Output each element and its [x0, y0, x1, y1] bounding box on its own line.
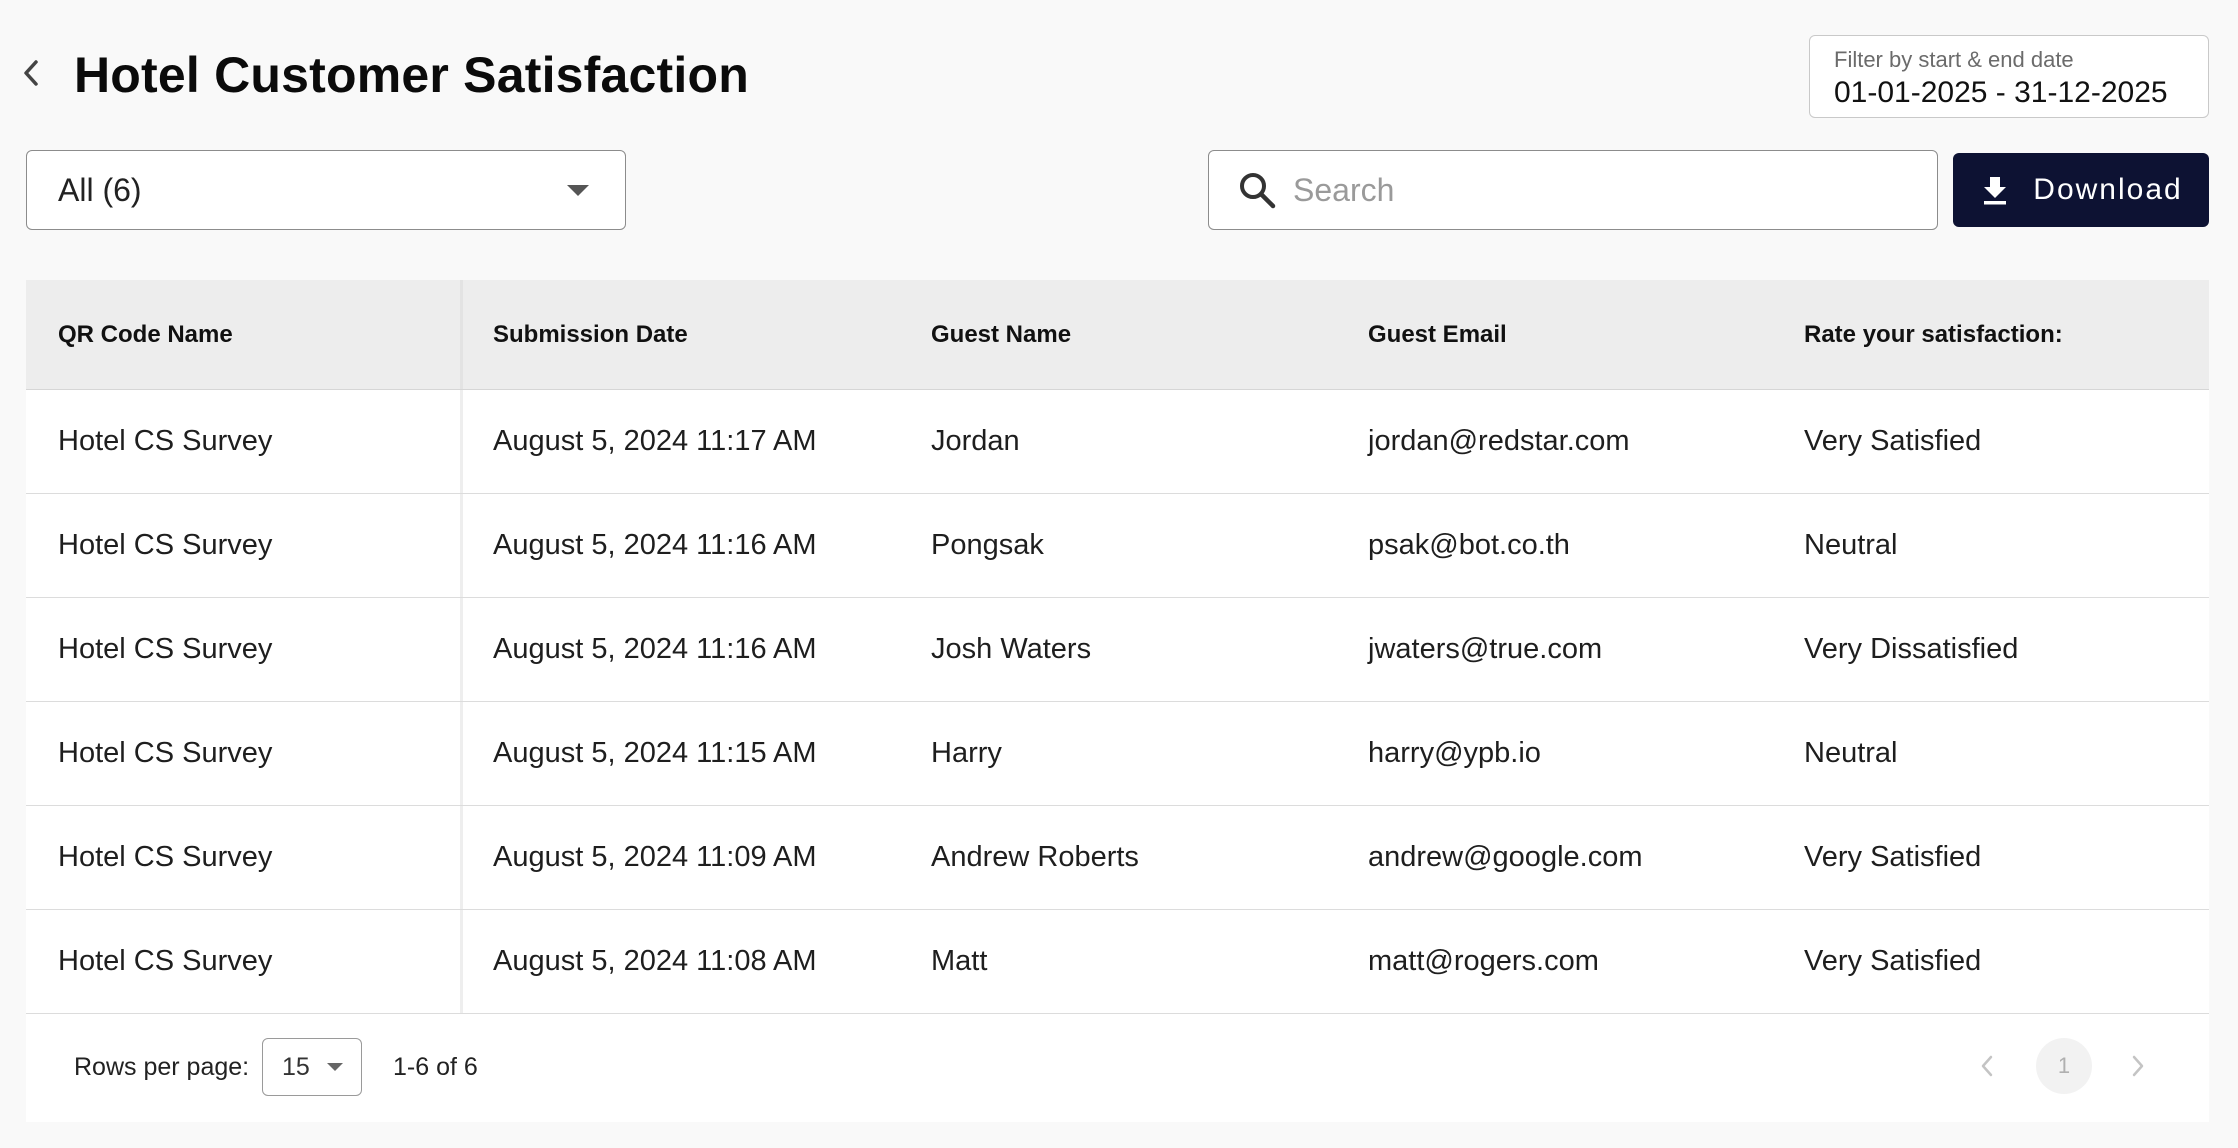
table-row[interactable]: Hotel CS Survey August 5, 2024 11:16 AM … [26, 598, 2209, 702]
next-page-button[interactable] [2118, 1046, 2158, 1086]
cell-qr-code-name: Hotel CS Survey [26, 702, 463, 805]
cell-satisfaction: Very Satisfied [1804, 425, 1982, 457]
cell-satisfaction: Very Satisfied [1804, 945, 1982, 977]
cell-guest-name: Josh Waters [931, 633, 1092, 665]
previous-page-button[interactable] [1967, 1046, 2007, 1086]
cell-qr-code-name: Hotel CS Survey [26, 390, 463, 493]
column-header-guest-email[interactable]: Guest Email [1336, 280, 1772, 389]
table-row[interactable]: Hotel CS Survey August 5, 2024 11:08 AM … [26, 910, 2209, 1014]
table-row[interactable]: Hotel CS Survey August 5, 2024 11:09 AM … [26, 806, 2209, 910]
column-header-qr-code-name[interactable]: QR Code Name [26, 280, 463, 389]
search-input[interactable] [1293, 171, 1913, 209]
table-pagination: Rows per page: 15 1-6 of 6 1 [26, 1015, 2209, 1122]
search-icon [1240, 173, 1276, 209]
cell-guest-email: psak@bot.co.th [1368, 529, 1570, 561]
download-button-label: Download [2033, 173, 2183, 206]
table-row[interactable]: Hotel CS Survey August 5, 2024 11:17 AM … [26, 390, 2209, 494]
cell-submission-date: August 5, 2024 11:16 AM [493, 633, 817, 665]
column-header-satisfaction[interactable]: Rate your satisfaction: [1772, 280, 2209, 389]
back-button[interactable] [14, 56, 48, 90]
page: Hotel Customer Satisfaction Filter by st… [0, 0, 2238, 1148]
rows-per-page-value: 15 [282, 1052, 310, 1081]
chevron-left-icon [24, 60, 38, 86]
cell-satisfaction: Neutral [1804, 529, 1898, 561]
qr-code-filter-select[interactable]: All (6) [26, 150, 626, 230]
submissions-table: QR Code Name Submission Date Guest Name … [26, 280, 2209, 1122]
cell-qr-code-name: Hotel CS Survey [26, 806, 463, 909]
page-number-button[interactable]: 1 [2036, 1038, 2092, 1094]
caret-down-icon [567, 185, 589, 196]
table-row[interactable]: Hotel CS Survey August 5, 2024 11:15 AM … [26, 702, 2209, 806]
chevron-right-icon [2132, 1055, 2144, 1077]
cell-satisfaction: Very Dissatisfied [1804, 633, 2019, 665]
table-header: QR Code Name Submission Date Guest Name … [26, 280, 2209, 390]
qr-code-filter-value: All (6) [58, 171, 142, 208]
cell-submission-date: August 5, 2024 11:16 AM [493, 529, 817, 561]
search-field[interactable] [1208, 150, 1938, 230]
cell-submission-date: August 5, 2024 11:09 AM [493, 841, 817, 873]
rows-per-page-select[interactable]: 15 [262, 1038, 362, 1096]
cell-submission-date: August 5, 2024 11:17 AM [493, 425, 817, 457]
date-range-filter[interactable]: Filter by start & end date 01-01-2025 - … [1809, 35, 2209, 118]
cell-guest-email: jwaters@true.com [1368, 633, 1603, 665]
cell-guest-name: Matt [931, 945, 988, 977]
table-row[interactable]: Hotel CS Survey August 5, 2024 11:16 AM … [26, 494, 2209, 598]
caret-down-icon [327, 1063, 343, 1071]
cell-guest-email: andrew@google.com [1368, 841, 1643, 873]
cell-guest-name: Harry [931, 737, 1002, 769]
cell-guest-name: Pongsak [931, 529, 1044, 561]
cell-submission-date: August 5, 2024 11:08 AM [493, 945, 817, 977]
column-header-guest-name[interactable]: Guest Name [899, 280, 1336, 389]
date-range-label: Filter by start & end date [1834, 47, 2074, 72]
cell-guest-name: Jordan [931, 425, 1020, 457]
pagination-range: 1-6 of 6 [393, 1053, 478, 1081]
date-range-value: 01-01-2025 - 31-12-2025 [1834, 76, 2168, 109]
cell-guest-email: jordan@redstar.com [1368, 425, 1630, 457]
cell-guest-email: harry@ypb.io [1368, 737, 1541, 769]
cell-qr-code-name: Hotel CS Survey [26, 910, 463, 1013]
cell-guest-name: Andrew Roberts [931, 841, 1139, 873]
cell-qr-code-name: Hotel CS Survey [26, 598, 463, 701]
cell-qr-code-name: Hotel CS Survey [26, 494, 463, 597]
column-header-submission-date[interactable]: Submission Date [463, 280, 899, 389]
cell-submission-date: August 5, 2024 11:15 AM [493, 737, 817, 769]
chevron-left-icon [1981, 1055, 1993, 1077]
download-icon [1984, 177, 2007, 205]
download-button[interactable]: Download [1953, 153, 2209, 227]
cell-guest-email: matt@rogers.com [1368, 945, 1599, 977]
cell-satisfaction: Very Satisfied [1804, 841, 1982, 873]
page-title: Hotel Customer Satisfaction [74, 47, 749, 103]
cell-satisfaction: Neutral [1804, 737, 1898, 769]
rows-per-page-label: Rows per page: [74, 1053, 250, 1081]
